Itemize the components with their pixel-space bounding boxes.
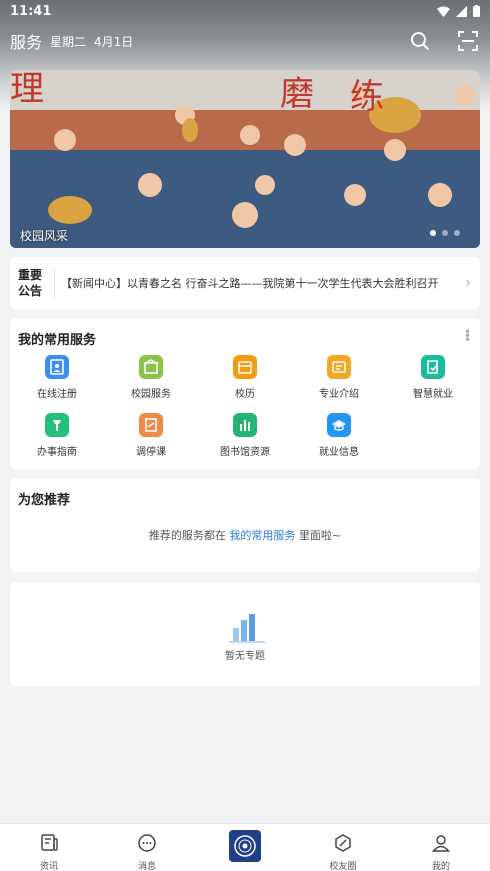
service-label: 调停课 xyxy=(136,447,166,458)
service-item[interactable]: 专业介绍 xyxy=(292,355,386,403)
notice-bar[interactable]: 重要 公告 【新闻中心】以青春之名 行奋斗之路——我院第十一次学生代表大会胜利召… xyxy=(10,257,480,309)
recommend-msg-after: 里面啦~ xyxy=(298,529,342,542)
tab-item[interactable]: 资讯 xyxy=(0,824,98,871)
tab-item[interactable]: 我的 xyxy=(392,824,490,871)
service-item[interactable]: 校历 xyxy=(198,355,292,403)
news-icon xyxy=(39,833,59,857)
register-icon xyxy=(45,355,69,379)
tab-label: 消息 xyxy=(137,862,156,871)
services-title: 我的常用服务 xyxy=(18,333,97,348)
status-bar: 11:41 xyxy=(0,0,490,22)
major-intro-icon xyxy=(327,355,351,379)
school-logo-icon[interactable] xyxy=(229,830,261,862)
tab-item[interactable]: 校友圈 xyxy=(294,824,392,871)
notice-tag-line2: 公告 xyxy=(17,284,42,298)
guide-icon xyxy=(45,413,69,437)
service-item[interactable]: 智慧就业 xyxy=(386,355,480,403)
service-label: 就业信息 xyxy=(319,447,359,458)
topics-empty-text: 暂无专题 xyxy=(225,651,265,662)
recommend-title: 为您推荐 xyxy=(18,493,71,508)
service-label: 智慧就业 xyxy=(413,389,453,400)
campus-service-icon xyxy=(139,355,163,379)
message-icon xyxy=(137,833,157,857)
service-item[interactable]: 就业信息 xyxy=(292,413,386,461)
tab-label: 资讯 xyxy=(39,862,58,871)
tab-label: 我的 xyxy=(431,862,450,871)
service-item[interactable]: 图书馆资源 xyxy=(198,413,292,461)
job-info-icon xyxy=(327,413,351,437)
status-time: 11:41 xyxy=(10,3,52,19)
more-options-icon[interactable]: • • • xyxy=(464,326,471,346)
service-item[interactable]: 办事指南 xyxy=(10,413,104,461)
banner-pagination xyxy=(430,230,460,236)
page-title: 服务 xyxy=(10,33,43,52)
banner-dot[interactable] xyxy=(442,230,448,236)
notice-divider xyxy=(54,268,55,298)
class-adjust-icon xyxy=(139,413,163,437)
banner-dot[interactable] xyxy=(454,230,460,236)
wifi-icon xyxy=(437,6,450,17)
banner-dot[interactable] xyxy=(430,230,436,236)
header-date: 4月1日 xyxy=(94,34,134,49)
service-item[interactable]: 调停课 xyxy=(104,413,198,461)
bottom-tab-bar: 资讯 消息 校友圈 我的 xyxy=(0,823,490,871)
service-item[interactable]: 在线注册 xyxy=(10,355,104,403)
campus-banner[interactable]: 理 磨练 校园风采 xyxy=(10,70,480,248)
empty-chart-icon xyxy=(229,614,265,643)
svg-text:理: 理 xyxy=(10,70,44,109)
recommend-message: 推荐的服务都在 我的常用服务 里面啦~ xyxy=(10,527,480,543)
notice-tag-line1: 重要 xyxy=(17,268,42,282)
svg-text:练: 练 xyxy=(350,77,384,117)
recommend-msg-link[interactable]: 我的常用服务 xyxy=(229,529,295,542)
battery-icon xyxy=(473,5,480,17)
tab-label: 校友圈 xyxy=(329,862,357,871)
banner-photo: 理 磨练 xyxy=(10,70,480,248)
recommend-msg-before: 推荐的服务都在 xyxy=(148,529,226,542)
profile-icon xyxy=(431,833,451,857)
app-header: 服务 星期二 4月1日 xyxy=(0,24,490,58)
chevron-right-icon[interactable]: › xyxy=(456,275,480,291)
alumni-icon xyxy=(333,833,353,857)
service-label: 在线注册 xyxy=(37,389,77,400)
smart-job-icon xyxy=(421,355,445,379)
service-item[interactable]: 校园服务 xyxy=(104,355,198,403)
common-services-card: 我的常用服务 • • • 在线注册 校园服务 校历 专业介绍 智慧就业办事指南 调停课 图书馆资… xyxy=(10,318,480,469)
service-label: 办事指南 xyxy=(37,447,77,458)
signal-icon xyxy=(456,5,467,17)
services-grid: 在线注册 校园服务 校历 专业介绍 智慧就业办事指南 调停课 图书馆资源 就业信息 xyxy=(10,355,480,461)
scan-icon[interactable] xyxy=(456,29,480,53)
svg-text:磨: 磨 xyxy=(280,74,314,114)
library-icon xyxy=(233,413,257,437)
tab-item[interactable]: 消息 xyxy=(98,824,196,871)
service-label: 图书馆资源 xyxy=(220,447,270,458)
service-label: 校园服务 xyxy=(131,389,171,400)
notice-tag: 重要 公告 xyxy=(10,267,50,299)
service-label: 校历 xyxy=(235,389,255,400)
header-weekday: 星期二 xyxy=(50,34,87,49)
calendar-icon xyxy=(233,355,257,379)
search-icon[interactable] xyxy=(408,29,432,53)
status-icons xyxy=(437,5,480,17)
notice-text[interactable]: 【新闻中心】以青春之名 行奋斗之路——我院第十一次学生代表大会胜利召开 xyxy=(61,275,456,291)
tab-item[interactable] xyxy=(196,824,294,871)
banner-caption: 校园风采 xyxy=(20,229,69,243)
service-label: 专业介绍 xyxy=(319,389,359,400)
recommend-card: 为您推荐 推荐的服务都在 我的常用服务 里面啦~ xyxy=(10,478,480,572)
topics-card: 暂无专题 xyxy=(10,582,480,686)
